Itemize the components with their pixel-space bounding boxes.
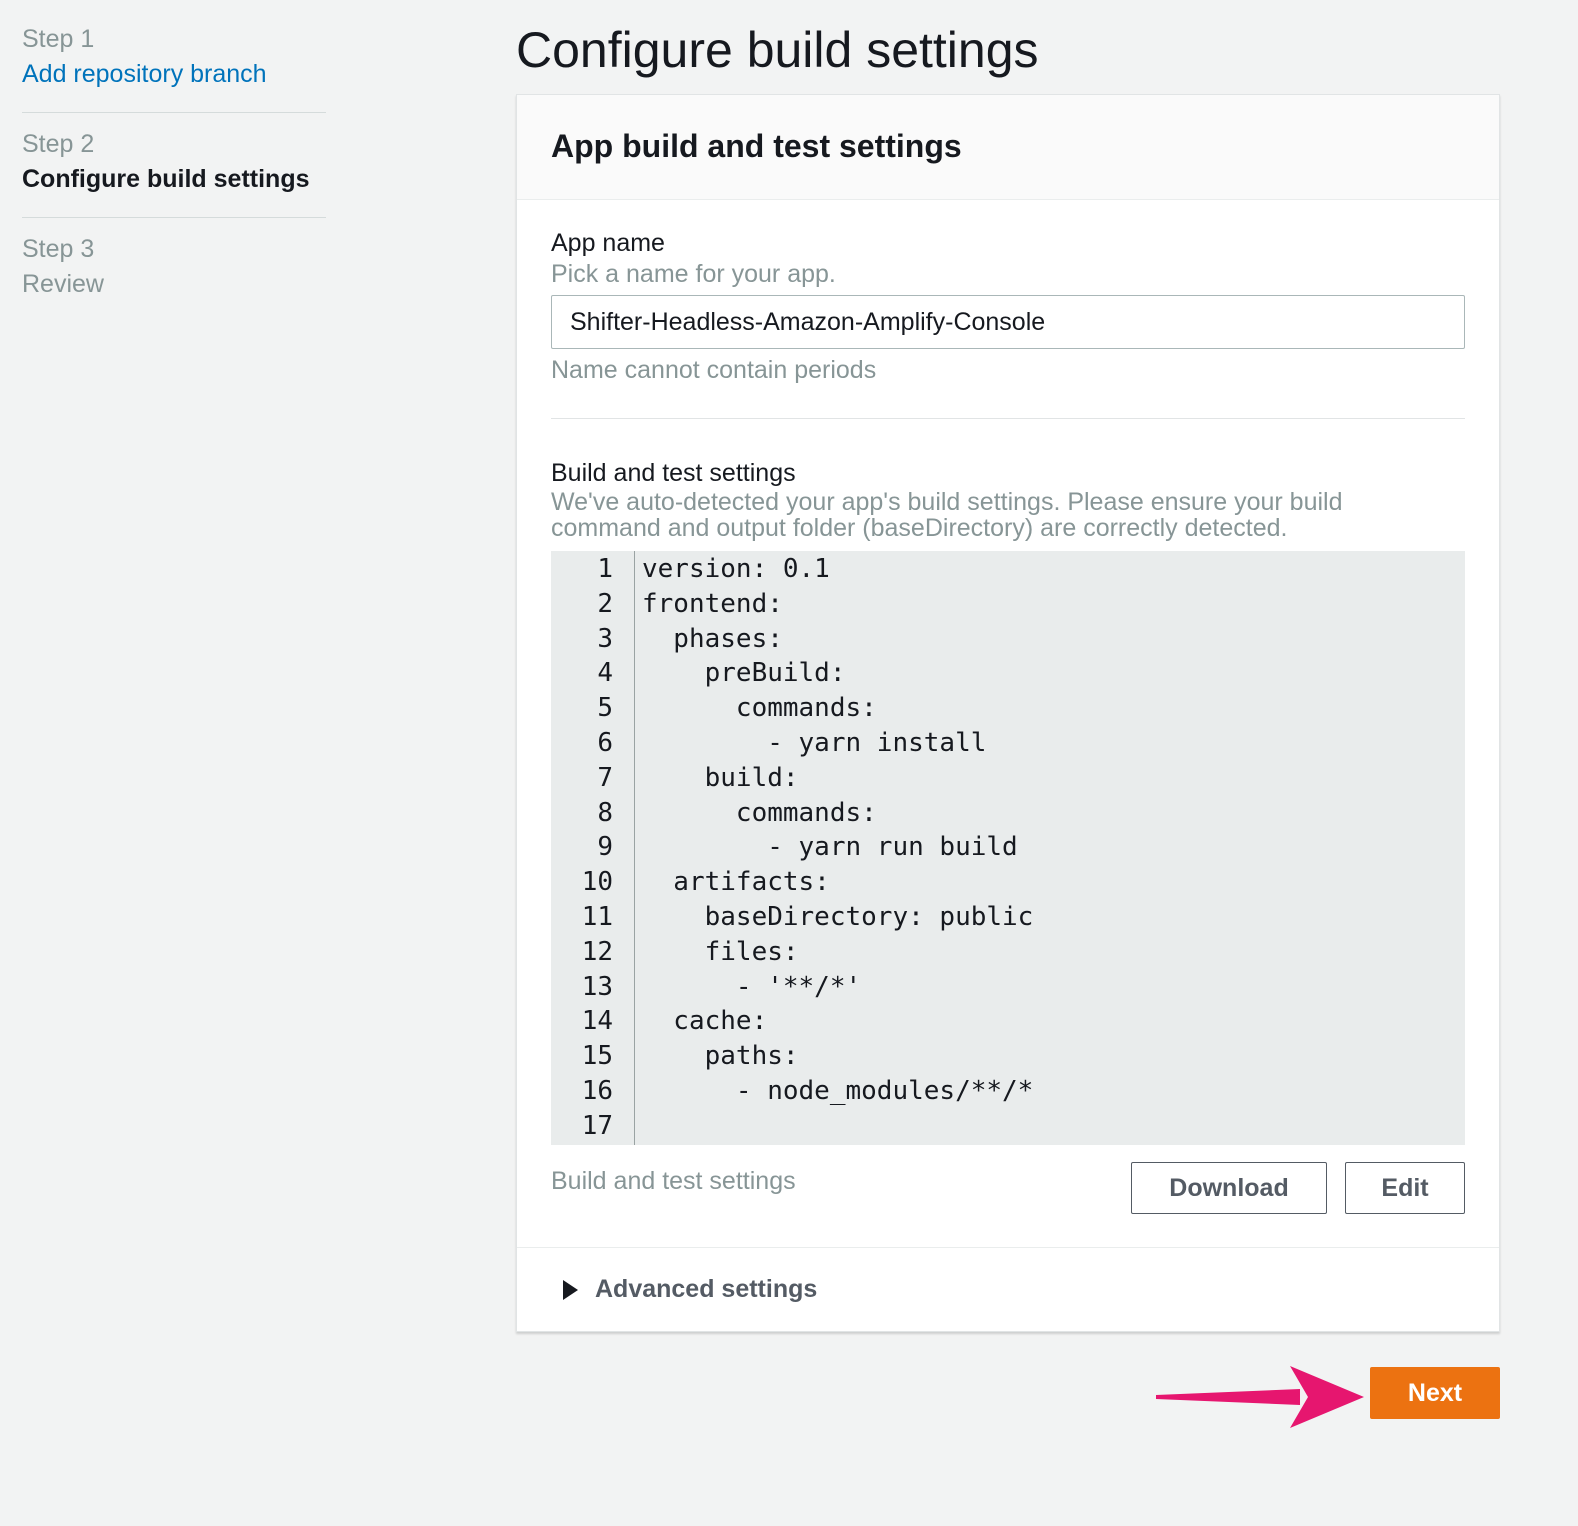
code-line: build: <box>642 762 799 793</box>
line-number: 7 <box>597 762 613 793</box>
app-name-constraint: Name cannot contain periods <box>551 356 877 384</box>
code-line: commands: <box>642 693 877 724</box>
code-line: artifacts: <box>642 867 830 898</box>
line-number: 8 <box>597 797 613 828</box>
advanced-settings-toggle[interactable]: Advanced settings <box>517 1247 1499 1332</box>
app-name-input[interactable] <box>551 295 1465 349</box>
caret-right-icon <box>563 1280 578 1300</box>
line-number: 15 <box>581 1041 613 1072</box>
line-number: 14 <box>581 1006 613 1037</box>
panel-header: App build and test settings <box>517 95 1499 200</box>
build-spec-code-editor[interactable]: 1 version: 0.1 2 frontend: 3 phases: 4 preBui… <box>551 551 1465 1145</box>
code-line: cache: <box>642 1006 768 1037</box>
build-settings-description-line-2: command and output folder (baseDirectory… <box>551 514 1288 542</box>
line-number: 6 <box>597 728 613 758</box>
code-line: files: <box>642 936 799 967</box>
step-1: Step 1 Add repository branch <box>22 22 326 112</box>
section-divider <box>551 418 1465 419</box>
build-settings-description-line-1: We've auto-detected your app's build set… <box>551 488 1343 516</box>
line-number: 12 <box>581 936 613 967</box>
step-3-title: Review <box>22 270 104 298</box>
step-1-link[interactable]: Add repository branch <box>22 56 326 92</box>
code-line: baseDirectory: public <box>642 902 1034 932</box>
code-line: preBuild: <box>642 658 846 689</box>
step-2-number: Step 2 <box>22 130 95 158</box>
step-navigation: Step 1 Add repository branch Step 2 Conf… <box>22 22 326 322</box>
panel-title: App build and test settings <box>551 128 962 164</box>
code-line: phases: <box>642 623 783 654</box>
build-settings-footer-label: Build and test settings <box>551 1167 796 1195</box>
pointer-arrow-icon <box>1156 1366 1364 1428</box>
line-number: 1 <box>597 554 613 584</box>
code-line: frontend: <box>642 588 783 619</box>
line-number: 11 <box>581 902 613 932</box>
build-settings-panel: App build and test settings App name Pic… <box>516 94 1500 1332</box>
arrow-shaft <box>1156 1389 1300 1405</box>
line-number: 9 <box>597 832 613 863</box>
line-number: 10 <box>581 867 613 898</box>
advanced-settings-label: Advanced settings <box>595 1275 818 1303</box>
line-number: 2 <box>597 588 613 619</box>
code-line: commands: <box>642 797 877 828</box>
step-2: Step 2 Configure build settings <box>22 112 326 217</box>
step-1-number: Step 1 <box>22 25 95 53</box>
code-line: - '**/*' <box>642 971 862 1002</box>
code-line: - node_modules/**/* <box>642 1076 1034 1106</box>
line-number: 13 <box>581 971 613 1002</box>
step-3-number: Step 3 <box>22 235 95 263</box>
app-name-label: App name <box>551 229 665 257</box>
line-number: 4 <box>597 658 613 689</box>
line-number: 16 <box>581 1076 613 1106</box>
edit-button[interactable]: Edit <box>1345 1162 1465 1214</box>
arrow-head <box>1290 1366 1364 1428</box>
app-name-description: Pick a name for your app. <box>551 260 836 288</box>
code-line: - yarn install <box>642 728 987 758</box>
next-button[interactable]: Next <box>1370 1367 1500 1419</box>
step-3: Step 3 Review <box>22 217 326 322</box>
code-line: paths: <box>642 1041 799 1072</box>
step-2-title: Configure build settings <box>22 165 310 193</box>
code-line: version: 0.1 <box>642 554 830 584</box>
line-number: 5 <box>597 693 613 724</box>
code-line: - yarn run build <box>642 832 1018 863</box>
build-settings-label: Build and test settings <box>551 459 796 487</box>
line-number: 17 <box>581 1110 613 1141</box>
line-number: 3 <box>597 623 613 654</box>
download-button[interactable]: Download <box>1131 1162 1327 1214</box>
page-title: Configure build settings <box>516 22 1039 78</box>
